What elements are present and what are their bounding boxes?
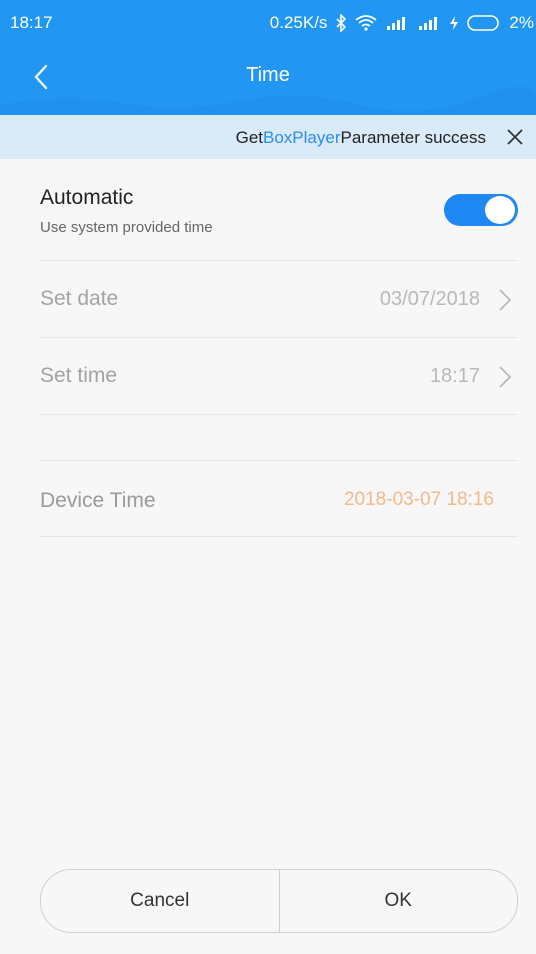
toggle-knob: [485, 196, 515, 224]
ok-button[interactable]: OK: [280, 870, 518, 932]
status-bar: 18:17 0.25K/s 2%: [0, 0, 536, 46]
automatic-title: Automatic: [40, 186, 134, 209]
page-title: Time: [246, 64, 290, 86]
automatic-toggle[interactable]: [444, 194, 518, 226]
battery-percent: 2%: [509, 13, 534, 32]
chevron-right-icon: [499, 289, 512, 311]
set-date-label: Set date: [40, 287, 119, 310]
title-bar: Time: [0, 46, 536, 106]
toast-prefix: Get: [235, 128, 264, 147]
device-time-row: Device Time 2018-03-07 18:16: [40, 461, 518, 537]
device-time-value: 2018-03-07 18:16: [343, 489, 494, 510]
toast-message: GetBoxPlayerParameter success: [236, 128, 486, 148]
set-time-value: 18:17: [429, 365, 480, 387]
set-time-label: Set time: [40, 364, 118, 387]
signal-icon: [417, 16, 441, 30]
wifi-icon: [355, 15, 377, 31]
chevron-right-icon: [499, 366, 512, 388]
toast-highlight: BoxPlayer: [263, 128, 341, 147]
automatic-row: Automatic Use system provided time: [40, 186, 518, 261]
automatic-subtitle: Use system provided time: [40, 219, 213, 236]
cancel-button[interactable]: Cancel: [41, 870, 279, 932]
charging-icon: [449, 15, 459, 31]
device-time-label: Device Time: [40, 489, 156, 512]
set-time-row[interactable]: Set time 18:17: [40, 338, 518, 415]
battery-icon: [467, 15, 501, 31]
signal-icon: [385, 16, 409, 30]
set-date-value: 03/07/2018: [379, 288, 480, 310]
toast-banner: GetBoxPlayerParameter success: [0, 115, 536, 159]
net-speed: 0.25K/s: [269, 13, 328, 32]
app-header: 18:17 0.25K/s 2% Time: [0, 0, 536, 115]
close-icon: [507, 129, 523, 145]
set-date-row[interactable]: Set date 03/07/2018: [40, 261, 518, 338]
dialog-buttons: Cancel OK: [40, 869, 518, 933]
toast-close-button[interactable]: [504, 126, 526, 148]
status-time: 18:17: [10, 13, 53, 32]
toast-suffix: Parameter success: [340, 128, 487, 147]
bluetooth-icon: [335, 14, 347, 32]
